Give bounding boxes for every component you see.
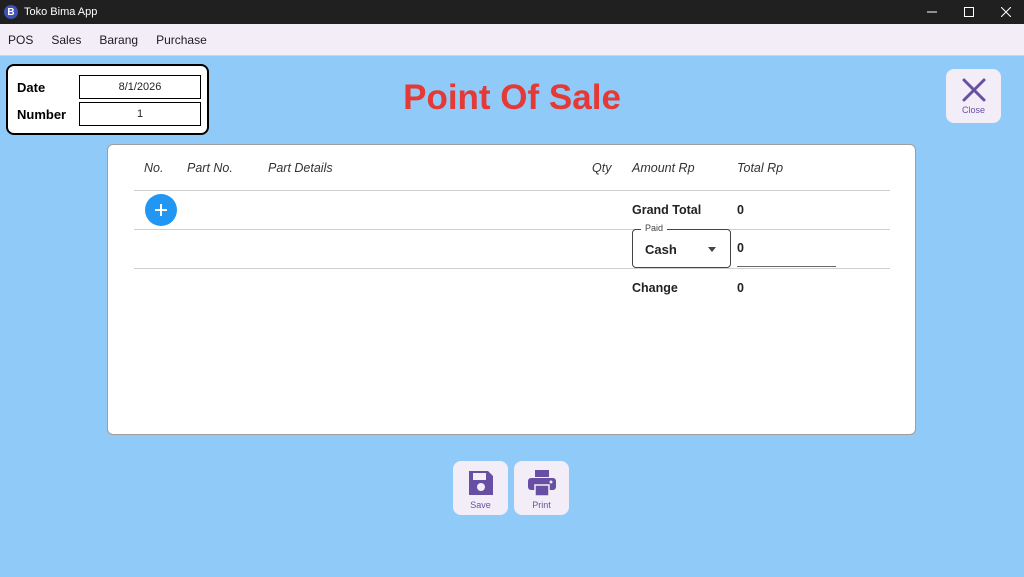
save-icon [468,471,493,495]
column-header-part-details: Part Details [268,161,333,175]
dropdown-caret-icon [708,247,716,252]
change-value: 0 [737,281,744,295]
save-button-label: Save [470,500,491,510]
grand-total-value: 0 [737,203,744,217]
column-header-total: Total Rp [737,161,784,175]
change-label: Change [632,281,678,295]
date-label: Date [17,80,46,95]
page-title: Point Of Sale [403,78,621,117]
printer-icon [527,470,556,497]
transaction-info-box: Date 8/1/2026 Number 1 [6,64,209,135]
payment-method-value: Cash [645,242,677,257]
number-field[interactable]: 1 [79,102,201,126]
window-controls [913,0,1024,24]
maximize-button[interactable] [950,0,987,24]
menu-item-barang[interactable]: Barang [90,24,147,56]
maximize-icon [963,7,974,17]
save-button[interactable]: Save [453,461,508,515]
close-button-label: Close [961,105,985,115]
row-divider [134,268,890,269]
print-button-label: Print [532,500,551,510]
column-header-part-no: Part No. [187,161,233,175]
menu-item-pos[interactable]: POS [0,24,42,56]
plus-icon [155,204,167,216]
minimize-button[interactable] [913,0,950,24]
window-close-icon [1000,7,1011,17]
menu-item-purchase[interactable]: Purchase [147,24,216,56]
date-field[interactable]: 8/1/2026 [79,75,201,99]
close-button[interactable]: Close [946,69,1001,123]
add-item-button[interactable] [145,194,177,226]
window-close-button[interactable] [987,0,1024,24]
column-header-amount: Amount Rp [632,161,695,175]
app-logo-icon: B [4,5,18,19]
menu-item-sales[interactable]: Sales [42,24,90,56]
window-titlebar: B Toko Bima App [0,0,1024,24]
header-divider [134,190,890,191]
payment-method-select[interactable]: Paid Cash [632,223,731,268]
paid-label: Paid [641,223,668,233]
column-header-no: No. [144,161,164,175]
menu-bar: POS Sales Barang Purchase [0,24,1024,56]
number-label: Number [17,107,67,122]
grand-total-label: Grand Total [632,203,702,217]
close-icon [962,78,985,102]
app-title: Toko Bima App [24,6,98,18]
print-button[interactable]: Print [514,461,569,515]
row-divider [134,229,890,230]
minimize-icon [926,11,937,13]
paid-amount-input[interactable]: 0 [737,241,836,267]
column-header-qty: Qty [592,161,612,175]
pos-table-card: No. Part No. Part Details Qty Amount Rp … [107,144,916,435]
